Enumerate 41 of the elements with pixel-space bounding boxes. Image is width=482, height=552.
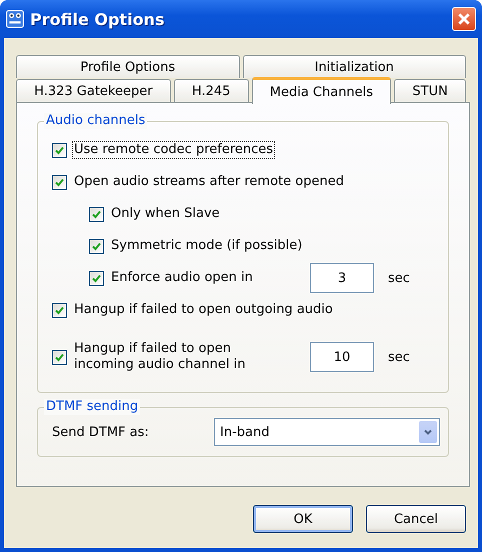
unit-label: sec <box>388 270 410 286</box>
seconds-field[interactable]: 3 <box>310 263 374 293</box>
dtmf-dropdown[interactable]: In-band <box>214 418 440 446</box>
checkbox[interactable] <box>89 270 104 286</box>
checkbox[interactable] <box>52 174 67 190</box>
option-label[interactable]: Symmetric mode (if possible) <box>109 237 304 255</box>
tab[interactable]: Media Channels <box>252 77 392 104</box>
option-label[interactable]: Hangup if failed to open outgoing audio <box>72 301 335 319</box>
tab[interactable]: Initialization <box>242 55 466 78</box>
tab[interactable]: H.323 Gatekeeper <box>16 79 171 102</box>
checkbox[interactable] <box>52 302 67 318</box>
tab[interactable]: STUN <box>394 79 466 102</box>
checkmark-icon <box>92 210 101 218</box>
group-title: Audio channels <box>44 113 148 129</box>
tab[interactable]: H.245 <box>174 79 249 102</box>
option-label[interactable]: Only when Slave <box>109 205 222 223</box>
checkbox[interactable] <box>52 350 67 364</box>
close-button[interactable] <box>452 7 476 31</box>
checkmark-icon <box>92 274 101 282</box>
option-label[interactable]: Hangup if failed to open incoming audio channel in <box>72 340 248 374</box>
group-title: DTMF sending <box>44 399 140 415</box>
checkmark-icon <box>55 352 64 362</box>
tab[interactable]: Profile Options <box>16 55 240 78</box>
field-label: Send DTMF as: <box>52 424 149 440</box>
seconds-field[interactable]: 10 <box>310 342 374 372</box>
option-label[interactable]: Open audio streams after remote opened <box>72 173 346 191</box>
dialog-button[interactable]: OK <box>253 505 353 533</box>
unit-label: sec <box>388 350 410 364</box>
checkmark-icon <box>55 146 64 154</box>
option-label[interactable]: Use remote codec preferences <box>72 141 276 159</box>
checkmark-icon <box>55 178 64 186</box>
checkmark-icon <box>92 242 101 250</box>
close-icon[interactable] <box>457 12 471 26</box>
option-label[interactable]: Enforce audio open in <box>109 269 255 287</box>
faces-app-icon <box>6 10 24 28</box>
window-title: Profile Options <box>30 10 166 28</box>
checkbox[interactable] <box>89 238 104 254</box>
checkbox[interactable] <box>52 142 67 158</box>
dialog-button[interactable]: Cancel <box>366 505 466 533</box>
checkbox[interactable] <box>89 206 104 222</box>
checkmark-icon <box>55 306 64 314</box>
